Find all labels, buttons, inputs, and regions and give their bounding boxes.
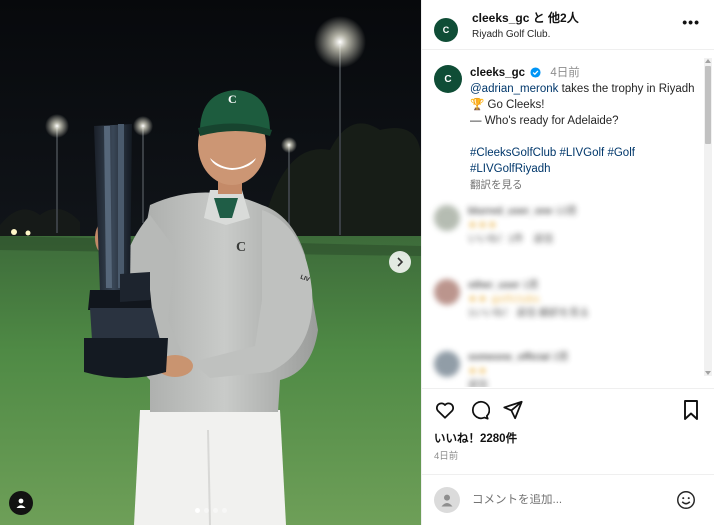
comment-meta: 12週 (555, 206, 577, 217)
caption-time: 4日前 (550, 67, 580, 79)
hashtag-link[interactable]: #CleeksGolfClub (470, 147, 556, 159)
current-user-avatar (434, 487, 460, 513)
bookmark-icon (684, 400, 698, 420)
user-icon (441, 494, 453, 507)
emoji-smile-icon (677, 491, 695, 509)
send-icon (503, 400, 523, 420)
comments-scrollbar[interactable] (704, 58, 712, 376)
comment-sub: 返信 (468, 380, 488, 387)
hashtag-link[interactable]: #LIVGolf (560, 147, 605, 159)
commenter-avatar[interactable] (434, 205, 460, 231)
emoji-button[interactable] (675, 489, 697, 514)
post-timestamp[interactable]: 4日前 (434, 448, 458, 462)
comment-item: someone_official 2週 ★★ 返信 (434, 351, 668, 387)
caption-avatar[interactable]: C (434, 65, 462, 93)
avatar-logo: C (444, 73, 452, 85)
comment-text: ★★★ (468, 220, 498, 231)
commenter-name[interactable]: someone_official (468, 352, 550, 363)
comment-button[interactable] (468, 399, 490, 421)
post-header: C cleeks_gc と 他2人 Riyadh Golf Club. ••• (422, 0, 714, 50)
trophy-photo-scene (0, 0, 421, 525)
comment-text: ★★ golfclubs (468, 294, 541, 305)
scrollbar-thumb[interactable] (705, 66, 711, 144)
save-button[interactable] (681, 399, 701, 421)
post-authors[interactable]: cleeks_gc と 他2人 (472, 10, 579, 26)
verified-badge-icon (530, 67, 541, 78)
carousel-dot (212, 508, 218, 513)
comment-sub: 1いいね！ 返信 翻訳を見る (468, 308, 590, 319)
post-actions: いいね！2280件 4日前 (422, 388, 714, 484)
commenter-avatar[interactable] (434, 279, 460, 305)
comment-item: blurred_user_one 12週 ★★★ いいね！1件 返信 (434, 205, 668, 247)
more-options-button[interactable]: ••• (682, 14, 700, 30)
cap-logo: C (228, 92, 237, 106)
chevron-right-icon (397, 257, 404, 267)
tagged-users-button[interactable] (9, 491, 33, 515)
see-translation-link[interactable]: 翻訳を見る (470, 177, 700, 193)
post-location[interactable]: Riyadh Golf Club. (472, 28, 579, 42)
scroll-up-arrow-icon[interactable] (705, 59, 711, 63)
comment-text: ★★ (468, 366, 488, 377)
carousel-dot (221, 508, 227, 513)
commenter-name[interactable]: blurred_user_one (468, 206, 552, 217)
carousel-indicator (0, 508, 421, 513)
user-icon (16, 498, 26, 508)
avatar-logo: C (442, 25, 450, 35)
post-detail-panel: C cleeks_gc と 他2人 Riyadh Golf Club. ••• … (421, 0, 714, 525)
carousel-dot (203, 508, 209, 513)
comment-meta: 2週 (552, 352, 569, 363)
caption-text-2: — Who's ready for Adelaide? (470, 115, 619, 127)
caption-username[interactable]: cleeks_gc (470, 67, 525, 79)
comments-feed[interactable]: C cleeks_gc 4日前 @adrian_meronk takes the… (422, 51, 714, 387)
share-button[interactable] (502, 399, 524, 421)
mention-link[interactable]: @adrian_meronk (470, 83, 558, 95)
hashtag-link[interactable]: #Golf (607, 147, 635, 159)
instagram-post: C C LIV C cleeks_gc と 他2人 Riyadh Golf Cl… (0, 0, 714, 525)
account-avatar[interactable]: C (434, 18, 458, 42)
post-caption: C cleeks_gc 4日前 @adrian_meronk takes the… (434, 65, 704, 193)
more-horizontal-icon: ••• (682, 14, 700, 30)
next-photo-button[interactable] (389, 251, 411, 273)
add-comment-bar (422, 474, 714, 525)
comment-input[interactable] (472, 494, 662, 506)
commenter-name[interactable]: other_user (468, 280, 520, 291)
comment-meta: 1週 (522, 280, 539, 291)
hashtag-link[interactable]: #LIVGolfRiyadh (470, 163, 551, 175)
commenter-avatar[interactable] (434, 351, 460, 377)
like-button[interactable] (434, 399, 456, 421)
heart-icon (435, 402, 455, 419)
scroll-down-arrow-icon[interactable] (705, 371, 711, 375)
comment-sub: いいね！1件 返信 (468, 234, 554, 245)
like-count[interactable]: いいね！2280件 (434, 430, 517, 446)
comment-bubble-icon (471, 400, 490, 420)
shirt-logo: C (236, 240, 247, 255)
comment-item: other_user 1週 ★★ golfclubs 1いいね！ 返信 翻訳を見… (434, 279, 668, 321)
carousel-dot (194, 508, 200, 513)
post-photo[interactable]: C C LIV (0, 0, 421, 525)
